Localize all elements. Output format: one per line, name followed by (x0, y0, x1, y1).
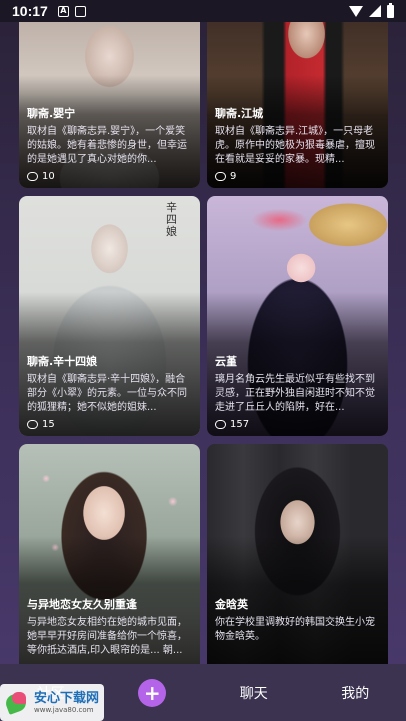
comment-bubble-icon (215, 420, 226, 429)
watermark-url: www.java80.com (34, 705, 94, 714)
nav-mine[interactable]: 我的 (305, 683, 406, 703)
status-bar: 10:17 A (0, 0, 406, 22)
a-notification-icon: A (57, 5, 69, 17)
card-description: 与异地恋女友相约在她的城市见面，她早早开好房间准备给你一个惊喜，等你抵达酒店,印… (27, 617, 187, 656)
card-description: 璃月名角云先生最近似乎有些找不到灵感，正在野外独自闲逛时不知不觉走进了丘丘人的陷… (215, 374, 375, 413)
nav-chat[interactable]: 聊天 (203, 683, 305, 703)
character-card[interactable]: 聊斋.江城 取材自《聊斋志异.江城》，一只母老虎。原作中的她极为狠毒暴虐，擅现在… (207, 0, 388, 188)
character-card[interactable]: 与异地恋女友久别重逢 与异地恋女友相约在她的城市见面，她早早开好房间准备给你一个… (19, 444, 200, 664)
create-plus-button[interactable]: + (138, 678, 167, 707)
screen-icon (74, 5, 86, 17)
signal-icon (369, 5, 381, 17)
heart-logo-icon (4, 690, 30, 716)
character-card[interactable]: 云堇 璃月名角云先生最近似乎有些找不到灵感，正在野外独自闲逛时不知不觉走进了丘丘… (207, 196, 388, 436)
watermark-logo: 安心下载网 www.java80.com (0, 684, 104, 721)
character-card[interactable]: 辛四娘 聊斋.辛十四娘 取材自《聊斋志异·辛十四娘》，融合部分《小翠》的元素。一… (19, 196, 200, 436)
comment-count: 10 (27, 171, 192, 182)
battery-icon (387, 2, 394, 18)
card-title: 金晗英 (215, 598, 248, 611)
comment-count: 15 (27, 419, 192, 430)
character-card[interactable]: 金晗英 你在学校里调教好的韩国交换生小宠物金晗英。 (207, 444, 388, 664)
card-title: 云堇 (215, 355, 237, 368)
comment-bubble-icon (215, 172, 226, 181)
card-description: 取材自《聊斋志异.婴宁》，一个爱笑的姑娘。她有着悲惨的身世，但幸运的是她遇见了真… (27, 126, 187, 165)
card-title: 聊斋.婴宁 (27, 107, 76, 120)
character-card-grid: 聊斋.婴宁 取材自《聊斋志异.婴宁》，一个爱笑的姑娘。她有着悲惨的身世，但幸运的… (0, 0, 406, 664)
card-title: 聊斋.江城 (215, 107, 264, 120)
comment-count: 9 (215, 171, 380, 182)
calligraphy-text: 辛四娘 (166, 201, 177, 238)
card-title: 与异地恋女友久别重逢 (27, 598, 137, 611)
comment-bubble-icon (27, 420, 38, 429)
character-card[interactable]: 聊斋.婴宁 取材自《聊斋志异.婴宁》，一个爱笑的姑娘。她有着悲惨的身世，但幸运的… (19, 0, 200, 188)
watermark-title: 安心下载网 (34, 690, 100, 706)
card-title: 聊斋.辛十四娘 (27, 355, 98, 368)
card-description: 取材自《聊斋志异.江城》，一只母老虎。原作中的她极为狠毒暴虐，擅现在看就是妥妥的… (215, 126, 375, 165)
wifi-icon (349, 5, 363, 17)
card-description: 取材自《聊斋志异·辛十四娘》，融合部分《小翠》的元素。一位与众不同的狐狸精；她不… (27, 374, 187, 413)
status-time: 10:17 (12, 3, 48, 19)
comment-count: 157 (215, 419, 380, 430)
card-description: 你在学校里调教好的韩国交换生小宠物金晗英。 (215, 617, 375, 642)
comment-bubble-icon (27, 172, 38, 181)
